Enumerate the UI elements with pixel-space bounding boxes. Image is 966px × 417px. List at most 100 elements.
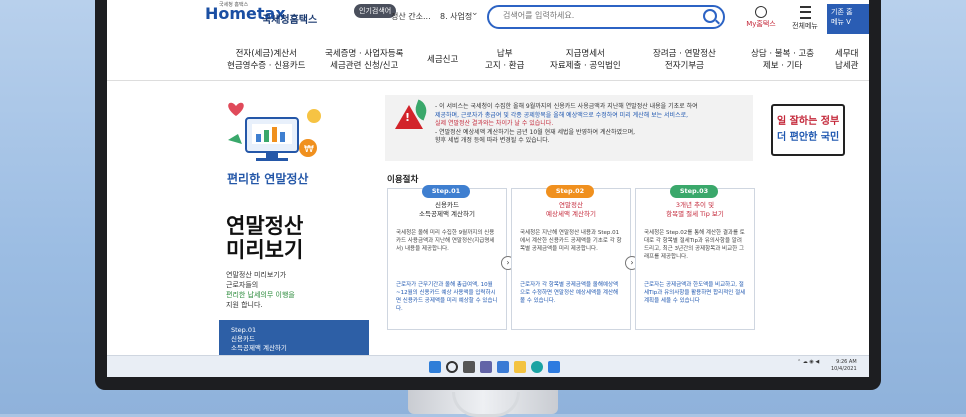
page-description: 연말정산 미리보기가 근로자들의 편리한 납세의무 이행을 지원 합니다. — [226, 270, 326, 310]
step-badge: Step.03 — [670, 185, 718, 198]
mytax-button[interactable]: My홈택스 — [741, 6, 781, 29]
search-box — [487, 5, 725, 29]
nav-item-invoice[interactable]: 전자(세금)계산서현금영수증 · 신용카드 — [227, 48, 306, 72]
windows-start-icon[interactable] — [429, 361, 441, 373]
nav-item-tax-report[interactable]: 세금신고 — [427, 54, 458, 66]
process-title: 이용절차 — [387, 175, 419, 185]
menu-icon — [799, 6, 811, 19]
nav-label: 자료제출 · 공익법인 — [550, 61, 621, 71]
task-view-icon[interactable] — [463, 361, 475, 373]
step-card-1[interactable]: Step.01 신용카드 소득공제액 계산하기 국세청은 올해 미리 수집한 9… — [387, 185, 507, 330]
search-icon[interactable] — [703, 9, 717, 23]
step-body: 국세청은 올해 미리 수집한 9월까지의 신용카드 사용금액과 지난해 연말정산… — [396, 230, 495, 252]
taskbar: ⌃ ☁ ◉ ◀ 9:26 AM 10/4/2021 — [107, 355, 869, 377]
nav-label: 고지 · 환급 — [485, 61, 525, 71]
nav-label: 현금영수증 · 신용카드 — [227, 61, 306, 71]
step-footer: 근로자는 공제금액과 한도액을 비교하고, 절세Tip과 유의사항을 활용하면 … — [644, 282, 746, 304]
svg-text:₩: ₩ — [304, 144, 314, 155]
step-heading-line: 예상세액 계산하기 — [546, 210, 596, 218]
nav-label: 지급명세서 — [565, 49, 605, 59]
tray-icons[interactable]: ⌃ ☁ ◉ ◀ — [797, 359, 819, 366]
nav-label: 세무대 — [835, 49, 859, 59]
exclamation-icon: ! — [405, 111, 411, 124]
nav-label: 상담 · 불복 · 고충 — [751, 49, 815, 59]
classic-menu-label: 메뉴 V — [831, 18, 851, 26]
notice-line: 제공하며, 근로자가 총급여 및 각종 공제항목을 올해 예상액으로 수정하여 … — [435, 111, 689, 119]
step-heading-line: 항목별 절세 Tip 보기 — [666, 210, 724, 218]
teams-icon[interactable] — [480, 361, 492, 373]
step-badge: Step.02 — [546, 185, 594, 198]
notice-line: 실제 연말정산 결과와는 차이가 날 수 있습니다. — [435, 120, 554, 127]
mytax-label: My홈택스 — [746, 20, 776, 28]
user-icon — [755, 6, 767, 18]
nav-item-tax-agent[interactable]: 세무대납세관 — [835, 48, 858, 72]
step-heading-line: 소득공제액 계산하기 — [419, 210, 475, 218]
clock-time: 9:26 AM — [836, 359, 857, 365]
clock[interactable]: 9:26 AM 10/4/2021 — [831, 359, 857, 373]
all-menu-button[interactable]: 전체메뉴 — [785, 6, 825, 31]
popular-search-badge: 인기검색어 — [354, 4, 397, 18]
step-body: 국세청은 Step.02를 통해 계산한 결과를 토대로 각 항목별 절세Tip… — [644, 230, 745, 260]
description-line: 연말정산 미리보기가 — [226, 271, 287, 279]
org-name: 국세청홈택스 — [262, 15, 318, 26]
step-heading-line: 신용카드 — [435, 201, 459, 209]
browser-screen: 국세청 홈택스 Hometax 국세청홈택스 인기검색어 정산 간소... 8.… — [107, 0, 869, 377]
store-icon[interactable] — [548, 361, 560, 373]
nav-item-consult[interactable]: 상담 · 불복 · 고충제보 · 기타 — [751, 48, 814, 72]
description-line: 근로자들의 — [226, 281, 259, 289]
search-icon[interactable] — [446, 361, 458, 373]
classic-menu-button[interactable]: 기존 홈 메뉴 V — [827, 4, 869, 34]
step-panel-label: 신용카드 — [231, 335, 255, 343]
main-nav: 전자(세금)계산서현금영수증 · 신용카드 국세증명 · 사업자등록세금관련 신… — [107, 46, 869, 81]
nav-label: 장려금 · 연말정산 — [653, 49, 716, 59]
chevron-down-icon[interactable]: ⌄ — [471, 8, 479, 18]
notice-line: 향후 세법 개정 등에 따라 변경될 수 있습니다. — [435, 137, 550, 144]
nav-label: 국세증명 · 사업자등록 — [325, 49, 404, 59]
step-panel[interactable]: Step.01 신용카드 소득공제액 계산하기 — [219, 320, 369, 360]
nav-label: 세금관련 신청/신고 — [330, 61, 399, 71]
monitor: 국세청 홈택스 Hometax 국세청홈택스 인기검색어 정산 간소... 8.… — [95, 0, 881, 390]
page-title-line: 연말정산 — [226, 214, 304, 238]
page-title: 연말정산 미리보기 — [226, 214, 303, 262]
clock-date: 10/4/2021 — [831, 366, 857, 372]
nav-item-year-end[interactable]: 장려금 · 연말정산전자기부금 — [653, 48, 716, 72]
classic-menu-label: 기존 홈 — [831, 8, 853, 16]
step-card-2[interactable]: Step.02 연말정산 예상세액 계산하기 국세청은 지난해 연말정산 내용과… — [511, 185, 631, 330]
banner-line: 더 편안한 국민 — [777, 132, 840, 143]
page-title-line: 미리보기 — [226, 238, 304, 262]
search-input[interactable] — [501, 10, 695, 21]
nav-item-payment[interactable]: 납부고지 · 환급 — [485, 48, 524, 72]
nav-label: 전자기부금 — [664, 61, 704, 71]
description-line: 지원 합니다. — [226, 301, 263, 309]
step-panel-label: 소득공제액 계산하기 — [231, 344, 287, 352]
step-footer: 근로자가 근무기간과 올해 총급여액, 10월~12월의 신용카드 예상 사용액… — [396, 282, 498, 312]
illustration-title: 편리한 연말정산 — [227, 172, 309, 186]
notice-text: - 이 서비스는 국세청이 수집한 올해 9월까지의 신용카드 사용금액과 지난… — [435, 103, 747, 146]
site-header: 국세청 홈택스 Hometax 국세청홈택스 인기검색어 정산 간소... 8.… — [107, 0, 869, 38]
nav-label: 세금신고 — [427, 55, 459, 65]
nav-label: 제보 · 기타 — [762, 61, 803, 71]
all-menu-label: 전체메뉴 — [792, 22, 818, 30]
step-heading-line: 연말정산 — [559, 201, 583, 209]
nav-label: 납세관 — [835, 61, 859, 71]
step-card-3[interactable]: Step.03 3개년 추이 및 항목별 절세 Tip 보기 국세청은 Step… — [635, 185, 755, 330]
notice-box: ! - 이 서비스는 국세청이 수집한 올해 9월까지의 신용카드 사용금액과 … — [385, 95, 753, 161]
popular-search-item[interactable]: 8. 사업정 — [440, 11, 472, 22]
widgets-icon[interactable] — [497, 361, 509, 373]
nav-item-statement[interactable]: 지급명세서자료제출 · 공익법인 — [550, 48, 621, 72]
popular-search-item[interactable]: 정산 간소... — [391, 11, 431, 22]
notice-line: - 이 서비스는 국세청이 수집한 올해 9월까지의 신용카드 사용금액과 지난… — [435, 103, 698, 110]
description-line: 편리한 납세의무 이행을 — [226, 291, 295, 299]
step-heading: 신용카드 소득공제액 계산하기 — [392, 201, 502, 219]
step-badge: Step.01 — [422, 185, 470, 198]
government-banner[interactable]: 일 잘하는 정부 더 편안한 국민 — [771, 104, 845, 156]
nav-label: 전자(세금)계산서 — [235, 49, 297, 59]
edge-icon[interactable] — [531, 361, 543, 373]
banner-line: 일 잘하는 정부 — [777, 116, 840, 127]
nav-item-certificate[interactable]: 국세증명 · 사업자등록세금관련 신청/신고 — [325, 48, 404, 72]
step-footer: 근로자가 각 항목별 공제금액을 올해예상액으로 수정하면 연말정산 예상세액을… — [520, 282, 619, 304]
nav-label: 납부 — [496, 49, 513, 59]
step-panel-label: Step.01 — [231, 326, 257, 334]
step-heading-line: 3개년 추이 및 — [675, 201, 715, 209]
file-explorer-icon[interactable] — [514, 361, 526, 373]
